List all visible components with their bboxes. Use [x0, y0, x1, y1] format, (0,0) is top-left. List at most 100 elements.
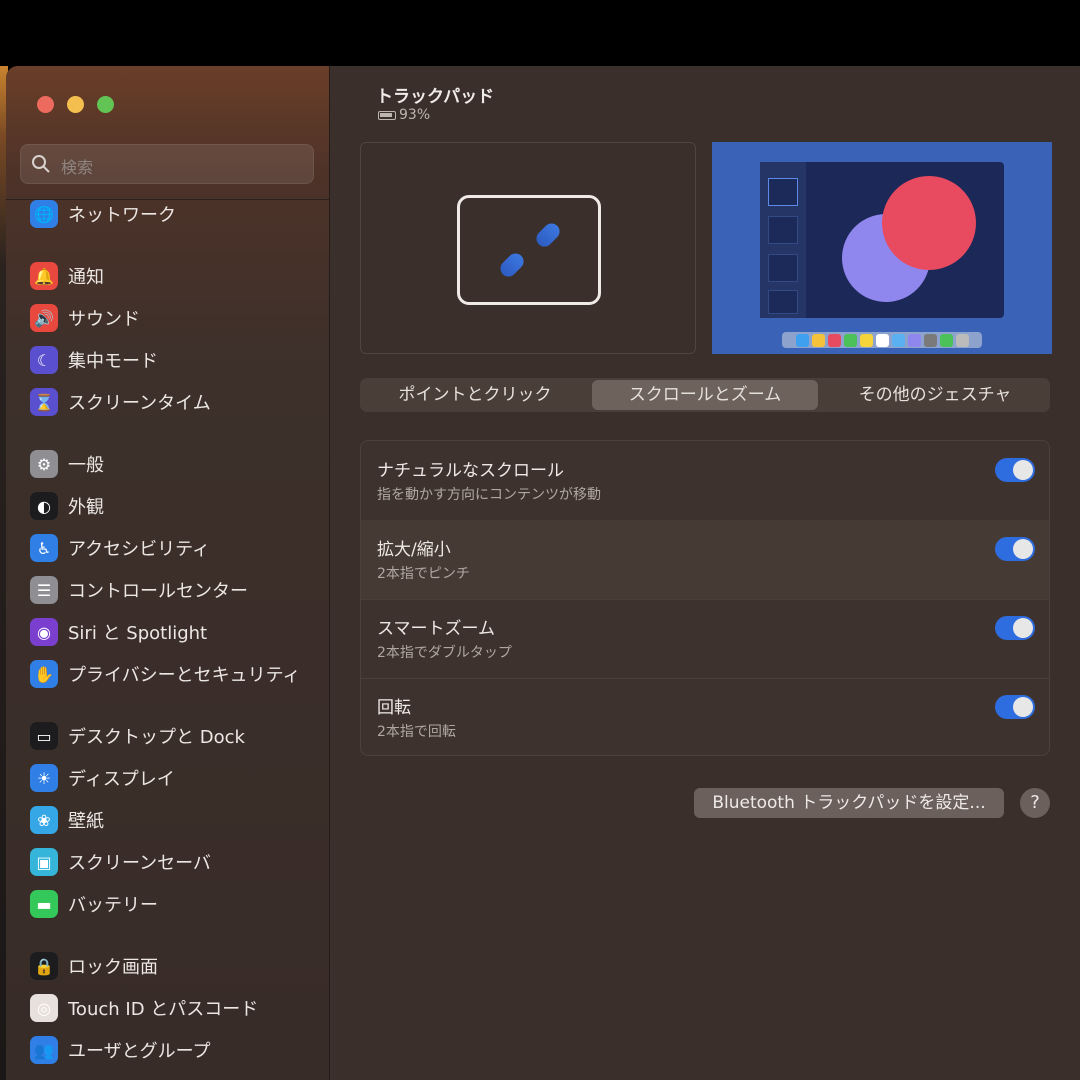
zoom-button[interactable] — [97, 96, 114, 113]
preview-thumb — [768, 290, 798, 314]
accessibility-icon: ♿ — [30, 534, 58, 562]
sidebar-item-label: デスクトップと Dock — [68, 727, 245, 748]
help-button[interactable]: ? — [1020, 788, 1050, 818]
minimize-button[interactable] — [67, 96, 84, 113]
natural-scroll-toggle[interactable] — [995, 458, 1035, 482]
sidebar-item-label: ユーザとグループ — [68, 1041, 211, 1062]
preview-screen — [760, 162, 1004, 318]
sidebar-item[interactable]: ⌛ スクリーンタイム — [30, 386, 211, 418]
setting-row-rotate: 回転 2本指で回転 — [361, 678, 1049, 755]
sidebar-item-label: 一般 — [68, 455, 104, 476]
sidebar-item[interactable]: 🌐 ネットワーク — [30, 198, 176, 230]
sidebar-item-label: Touch ID とパスコード — [68, 999, 259, 1020]
sidebar-item-label: アクセシビリティ — [68, 539, 211, 560]
sidebar-item[interactable]: ▣ スクリーンセーバ — [30, 846, 211, 878]
screensaver-icon: ▣ — [30, 848, 58, 876]
sidebar-item[interactable]: ☾ 集中モード — [30, 344, 158, 376]
speaker-icon: 🔊 — [30, 304, 58, 332]
setting-subtitle: 指を動かす方向にコンテンツが移動 — [377, 487, 601, 503]
sidebar: 検索 🌐 ネットワーク 🔔 通知 🔊 サウンド ☾ 集中モード ⌛ スクリーンタイム ⚙ 一般 ◐ 外観 ♿… — [6, 66, 330, 1080]
preview-thumb — [768, 178, 798, 206]
preview-circle-red — [882, 176, 976, 270]
hand-icon: ✋ — [30, 660, 58, 688]
control-center-icon: ☰ — [30, 576, 58, 604]
search-placeholder: 検索 — [61, 158, 94, 177]
sidebar-item[interactable]: 🔊 サウンド — [30, 302, 140, 334]
sidebar-item-label: Siri と Spotlight — [68, 623, 208, 644]
sidebar-item-label: バッテリー — [68, 895, 158, 916]
hourglass-icon: ⌛ — [30, 388, 58, 416]
search-icon — [32, 155, 50, 173]
battery-icon: ▬ — [30, 890, 58, 918]
sidebar-item[interactable]: 👥 ユーザとグループ — [30, 1034, 211, 1066]
zoom-toggle[interactable] — [995, 537, 1035, 561]
sidebar-item-label: プライバシーとセキュリティ — [68, 665, 301, 686]
appearance-icon: ◐ — [30, 492, 58, 520]
rotate-toggle[interactable] — [995, 695, 1035, 719]
sidebar-item-label: スクリーンタイム — [68, 393, 211, 414]
sidebar-item-label: 集中モード — [68, 351, 158, 372]
toggle-knob — [1013, 697, 1033, 717]
sidebar-item-label: ロック画面 — [68, 957, 158, 978]
trackpad-illustration — [457, 195, 601, 305]
preview-thumb — [768, 254, 798, 282]
toggle-knob — [1013, 460, 1033, 480]
sidebar-item-label: 外観 — [68, 497, 104, 518]
battery-percent: 93% — [399, 107, 431, 123]
dock-icon: ▭ — [30, 722, 58, 750]
battery-status: 93% — [378, 107, 430, 123]
sidebar-item-label: ディスプレイ — [68, 769, 175, 790]
sidebar-item-label: スクリーンセーバ — [68, 853, 211, 874]
siri-icon: ◉ — [30, 618, 58, 646]
sidebar-item[interactable]: ♿ アクセシビリティ — [30, 532, 210, 564]
gesture-preview — [360, 142, 696, 354]
sidebar-item-label: コントロールセンター — [68, 581, 248, 602]
bell-icon: 🔔 — [30, 262, 58, 290]
sidebar-item[interactable]: ☰ コントロールセンター — [30, 574, 248, 606]
lock-icon: 🔒 — [30, 952, 58, 980]
setting-title: 回転 — [377, 698, 411, 718]
sidebar-item-label: サウンド — [68, 309, 140, 330]
close-button[interactable] — [37, 96, 54, 113]
search-field[interactable]: 検索 — [20, 144, 314, 184]
sidebar-item[interactable]: ⚙ 一般 — [30, 448, 104, 480]
sun-icon: ☀ — [30, 764, 58, 792]
setting-subtitle: 2本指でダブルタップ — [377, 645, 512, 661]
preview-sidebar — [760, 162, 806, 318]
sidebar-item[interactable]: 🔒 ロック画面 — [30, 950, 158, 982]
smart-zoom-toggle[interactable] — [995, 616, 1035, 640]
setting-title: スマートズーム — [377, 619, 495, 639]
sidebar-item[interactable]: ❀ 壁紙 — [30, 804, 104, 836]
settings-list: ナチュラルなスクロール 指を動かす方向にコンテンツが移動 拡大/縮小 2本指でピ… — [360, 440, 1050, 756]
sidebar-item[interactable]: ▬ バッテリー — [30, 888, 158, 920]
gear-icon: ⚙ — [30, 450, 58, 478]
tab-bar: ポイントとクリック スクロールとズーム その他のジェスチャ — [360, 378, 1050, 412]
toggle-knob — [1013, 618, 1033, 638]
setting-row-natural-scroll: ナチュラルなスクロール 指を動かす方向にコンテンツが移動 — [361, 441, 1049, 521]
sidebar-item[interactable]: ▭ デスクトップと Dock — [30, 720, 245, 752]
finger-dot — [497, 250, 527, 280]
tab-scroll-and-zoom[interactable]: スクロールとズーム — [592, 380, 818, 410]
setting-title: ナチュラルなスクロール — [377, 461, 564, 481]
sidebar-item[interactable]: ◐ 外観 — [30, 490, 104, 522]
setting-title: 拡大/縮小 — [377, 540, 451, 560]
battery-icon — [378, 110, 396, 120]
sidebar-item-label: 壁紙 — [68, 811, 104, 832]
sidebar-item[interactable]: ✋ プライバシーとセキュリティ — [30, 658, 301, 690]
sidebar-item[interactable]: ◎ Touch ID とパスコード — [30, 992, 258, 1024]
page-title: トラックパッド — [376, 87, 495, 107]
finger-dot — [533, 220, 563, 250]
top-black-bar — [0, 0, 1080, 66]
globe-icon: 🌐 — [30, 200, 58, 228]
preview-thumb — [768, 216, 798, 244]
sidebar-item[interactable]: ☀ ディスプレイ — [30, 762, 175, 794]
setting-subtitle: 2本指で回転 — [377, 724, 456, 740]
sidebar-item-label: 通知 — [68, 267, 104, 288]
tab-point-and-click[interactable]: ポイントとクリック — [362, 380, 588, 410]
sidebar-item[interactable]: ◉ Siri と Spotlight — [30, 616, 207, 648]
fingerprint-icon: ◎ — [30, 994, 58, 1022]
tab-more-gestures[interactable]: その他のジェスチャ — [822, 380, 1048, 410]
moon-icon: ☾ — [30, 346, 58, 374]
bluetooth-setup-button[interactable]: Bluetooth トラックパッドを設定... — [694, 788, 1004, 818]
sidebar-item[interactable]: 🔔 通知 — [30, 260, 104, 292]
